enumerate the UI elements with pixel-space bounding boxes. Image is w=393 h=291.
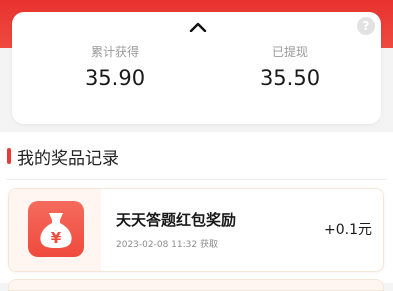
chevron-up-icon (189, 22, 207, 32)
total-earned-stat: 累计获得 35.90 (55, 44, 175, 91)
withdrawn-label: 已提现 (271, 45, 308, 59)
section-header: 我的奖品记录 (7, 144, 119, 169)
help-icon[interactable]: ? (357, 17, 375, 35)
withdrawn-value: 35.50 (259, 66, 321, 90)
divider (6, 179, 387, 180)
earnings-summary-card: ? 累计获得 35.90 已提现 35.50 (12, 12, 381, 124)
record-title: 天天答题红包奖励 (116, 211, 237, 229)
money-bag-icon: ¥ (28, 201, 84, 257)
withdrawn-stat: 已提现 35.50 (230, 44, 350, 91)
record-time: 2023-02-08 11:32 获取 (116, 240, 218, 250)
section-title: 我的奖品记录 (17, 148, 119, 169)
record-amount: +0.1元 (324, 222, 372, 238)
record-icon-panel: ¥ (9, 189, 101, 271)
list-item[interactable] (8, 279, 384, 291)
svg-text:¥: ¥ (51, 229, 62, 247)
total-earned-label: 累计获得 (90, 45, 139, 59)
section-accent-bar (7, 148, 11, 164)
total-earned-value: 35.90 (84, 66, 146, 90)
collapse-button[interactable] (188, 20, 208, 34)
list-item[interactable]: ¥ 天天答题红包奖励 2023-02-08 11:32 获取 +0.1元 (8, 188, 384, 272)
